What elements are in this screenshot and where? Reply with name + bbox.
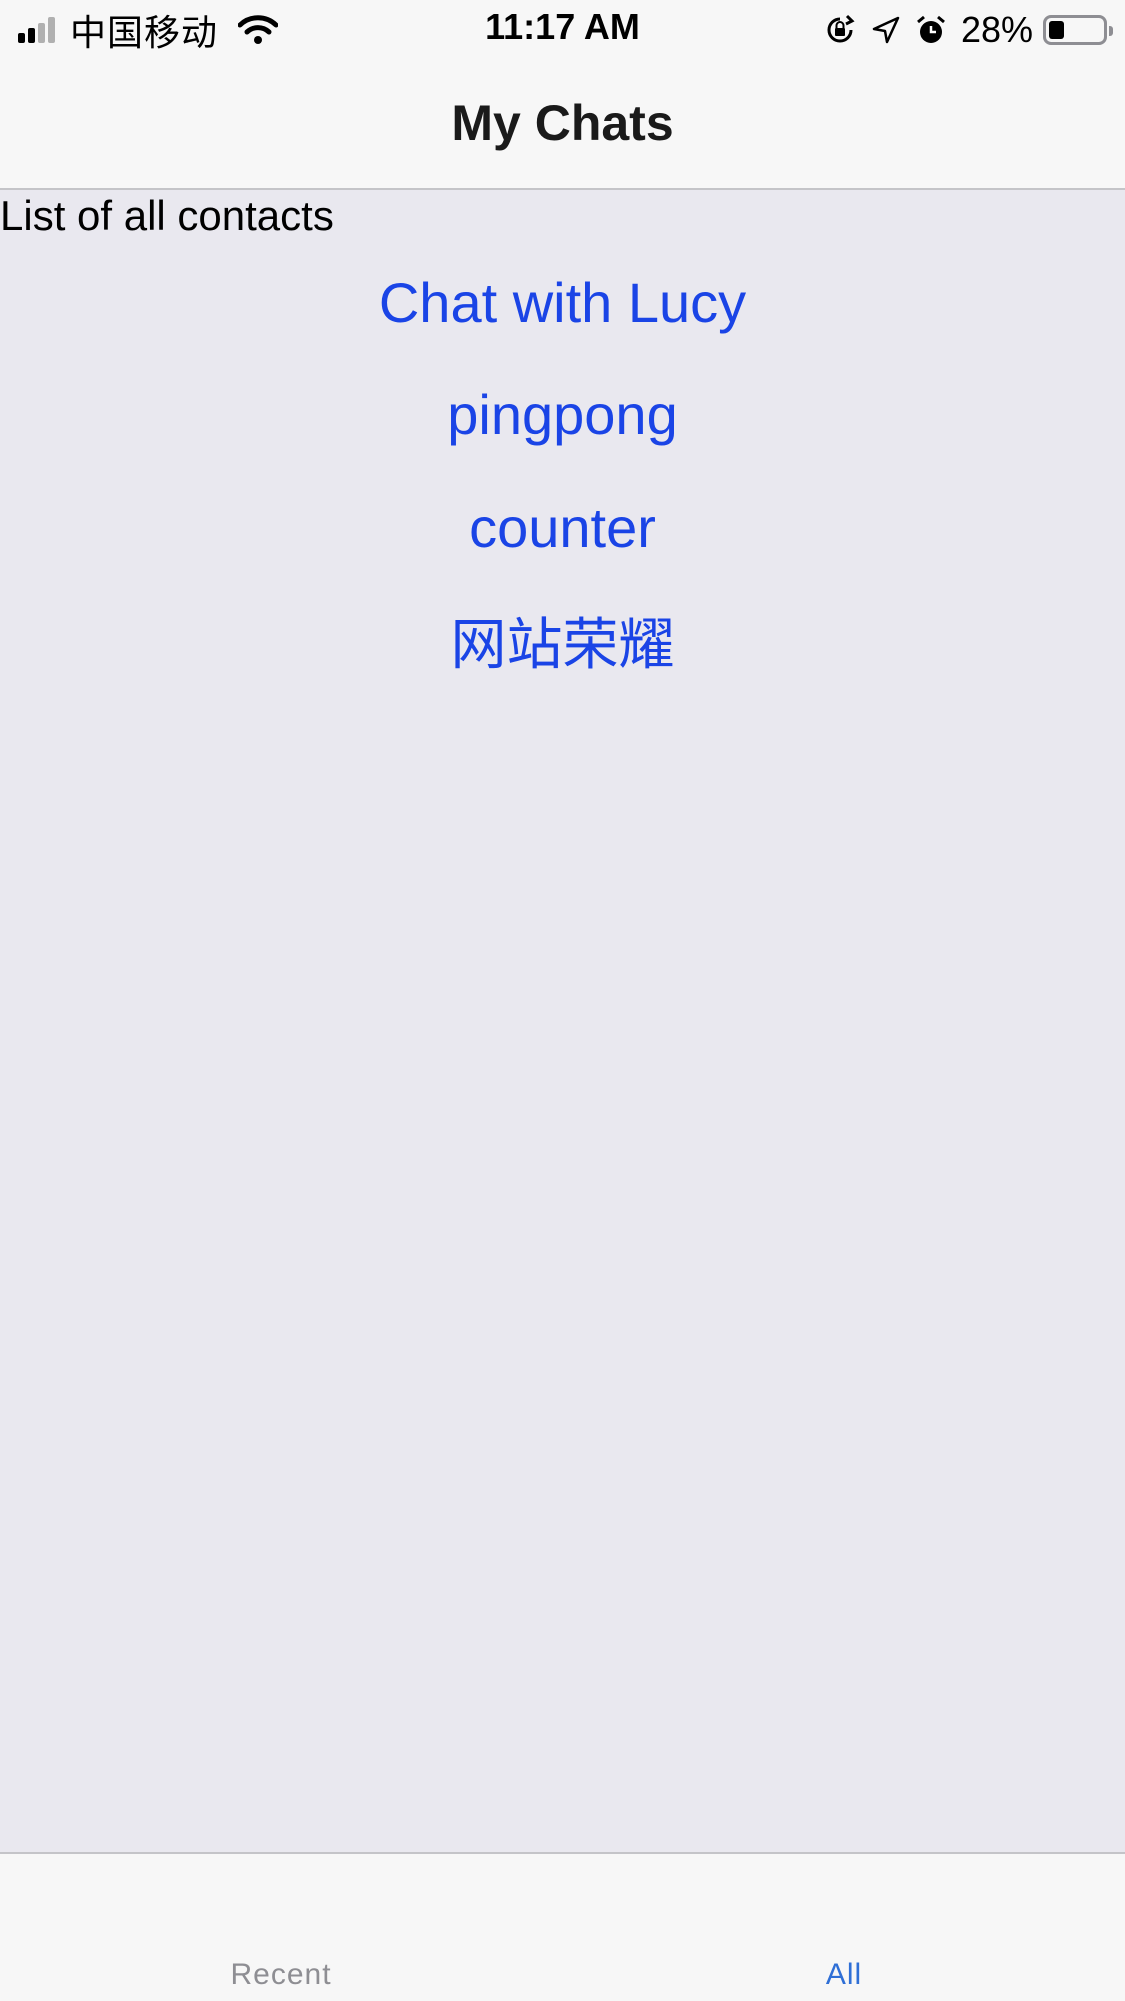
contacts-content: List of all contacts Chat with Lucy ping… [0,190,1125,1852]
page-title: My Chats [451,95,674,151]
contact-link-pingpong[interactable]: pingpong [0,382,1125,447]
status-right: 28% [823,8,1113,52]
screen: 中国移动 11:17 AM 28% My Chats List of all c… [0,0,1125,2001]
status-bar: 中国移动 11:17 AM 28% [0,0,1125,60]
location-icon [871,15,901,45]
battery-fill [1049,21,1064,39]
navigation-bar: My Chats [0,60,1125,190]
tab-all[interactable]: All [563,1958,1125,1992]
list-caption: List of all contacts [0,192,334,239]
battery-icon [1043,15,1113,45]
tab-recent[interactable]: Recent [0,1958,562,1992]
battery-percent: 28% [960,9,1033,50]
contact-link-counter[interactable]: counter [0,495,1125,560]
alarm-icon [915,14,947,46]
tab-bar: Recent All [0,1852,1125,2001]
contact-link-lucy[interactable]: Chat with Lucy [0,270,1125,335]
battery-tip [1109,26,1113,36]
contact-link-website-glory[interactable]: 网站荣耀 [0,600,1125,681]
orientation-lock-icon [823,13,857,47]
